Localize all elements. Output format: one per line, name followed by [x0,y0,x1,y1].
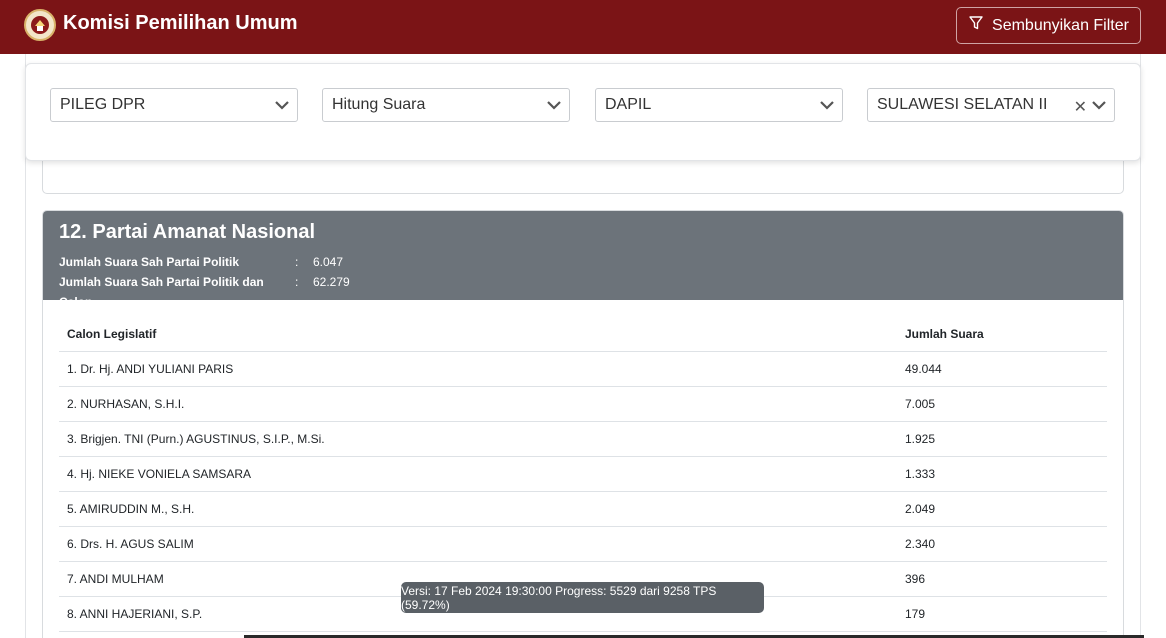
stat-separator: : [295,275,299,289]
chevron-down-icon [547,101,561,110]
candidate-votes: 49.044 [897,351,1107,387]
table-row: 2. NURHASAN, S.H.I. 7.005 [59,386,1107,422]
filter-icon [968,15,984,36]
candidate-name: 6. Drs. H. AGUS SALIM [59,526,897,562]
stat-label: Jumlah Suara Sah Partai Politik dan Calo… [59,275,264,309]
table-row: 1. Dr. Hj. ANDI YULIANI PARIS 49.044 [59,351,1107,387]
chevron-down-icon [820,101,834,110]
candidate-name: 5. AMIRUDDIN M., S.H. [59,491,897,527]
brand-title[interactable]: Komisi Pemilihan Umum [63,12,298,35]
election-type-select[interactable]: PILEG DPR [50,88,298,122]
column-header-votes: Jumlah Suara [897,317,1107,352]
stat-value: 6.047 [313,255,344,269]
table-row: 4. Hj. NIEKE VONIELA SAMSARA 1.333 [59,456,1107,492]
candidate-votes: 1.925 [897,421,1107,457]
version-progress-tooltip: Versi: 17 Feb 2024 19:30:00 Progress: 55… [401,582,764,613]
count-type-select[interactable]: Hitung Suara [322,88,570,122]
top-navbar: Komisi Pemilihan Umum Sembunyikan Filter [0,0,1166,54]
candidate-name: 3. Brigjen. TNI (Purn.) AGUSTINUS, S.I.P… [59,421,897,457]
candidate-votes: 396 [897,561,1107,597]
stat-value: 62.279 [313,275,350,289]
party-stat-row: Jumlah Suara Sah Partai Politik : 6.047 [59,252,1107,272]
candidate-votes: 1.333 [897,456,1107,492]
stat-label: Jumlah Suara Sah Partai Politik [59,255,240,269]
filter-panel: PILEG DPR Hitung Suara DAPIL SULAWESI SE… [25,63,1141,161]
stat-separator: : [295,255,299,269]
candidate-name: 4. Hj. NIEKE VONIELA SAMSARA [59,456,897,492]
candidate-votes: 7.005 [897,386,1107,422]
area-level-value: DAPIL [605,96,652,113]
table-header-row: Calon Legislatif Jumlah Suara [59,317,1107,352]
hide-filter-button[interactable]: Sembunyikan Filter [956,7,1141,44]
region-value: SULAWESI SELATAN II [877,96,1048,113]
party-header: 12. Partai Amanat Nasional Jumlah Suara … [43,211,1123,309]
kpu-logo-icon[interactable] [24,9,56,41]
table-row: 6. Drs. H. AGUS SALIM 2.340 [59,526,1107,562]
party-stat-row: Jumlah Suara Sah Partai Politik dan Calo… [59,272,1107,312]
clear-icon[interactable]: ✕ [1074,97,1087,117]
area-level-select[interactable]: DAPIL [595,88,843,122]
party-title: 12. Partai Amanat Nasional [59,221,316,243]
column-header-candidate: Calon Legislatif [59,317,897,352]
table-row: 5. AMIRUDDIN M., S.H. 2.049 [59,491,1107,527]
election-type-value: PILEG DPR [60,96,146,113]
chevron-down-icon [1092,101,1106,110]
table-row: 3. Brigjen. TNI (Purn.) AGUSTINUS, S.I.P… [59,421,1107,457]
region-select[interactable]: SULAWESI SELATAN II ✕ [867,88,1115,122]
candidate-votes: 179 [897,596,1107,632]
chevron-down-icon [275,101,289,110]
hide-filter-label: Sembunyikan Filter [992,16,1129,34]
count-type-value: Hitung Suara [332,96,426,113]
party-card: 12. Partai Amanat Nasional Jumlah Suara … [42,210,1124,638]
candidate-votes: 2.049 [897,491,1107,527]
candidate-votes: 2.340 [897,526,1107,562]
candidate-name: 1. Dr. Hj. ANDI YULIANI PARIS [59,351,897,387]
candidate-name: 2. NURHASAN, S.H.I. [59,386,897,422]
